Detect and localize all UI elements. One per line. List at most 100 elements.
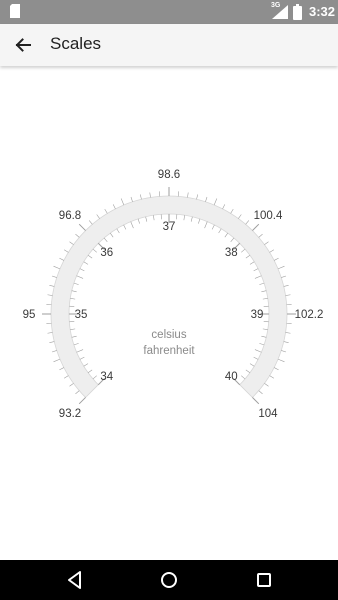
fahrenheit-tick (230, 208, 234, 214)
fahrenheit-tick (63, 375, 69, 379)
fahrenheit-tick (96, 214, 100, 219)
fahrenheit-tick (264, 241, 269, 245)
celsius-label: 34 (100, 371, 113, 383)
fahrenheit-label: 95 (23, 309, 36, 321)
fahrenheit-tick (245, 220, 250, 225)
fahrenheit-tick (258, 233, 263, 238)
celsius-tick (245, 369, 251, 374)
temperature-gauge: 93.2 95 96.8 98.6 100.4 102.2 104 34 35 36 37 38 39 4… (23, 169, 324, 420)
fahrenheit-tick (213, 198, 218, 206)
celsius-tick (92, 248, 97, 253)
celsius-tick (103, 237, 108, 242)
fahrenheit-tick (285, 332, 291, 334)
celsius-tick (130, 221, 134, 229)
celsius-tick (76, 275, 84, 279)
fahrenheit-tick (104, 208, 108, 214)
celsius-tick (254, 275, 262, 279)
fahrenheit-tick (205, 196, 208, 202)
fahrenheit-tick (269, 249, 275, 253)
celsius-tick (241, 248, 246, 253)
fahrenheit-tick (75, 233, 80, 238)
celsius-tick (253, 268, 259, 272)
status-bar: 3G 3:32 (0, 0, 338, 24)
app-bar: Scales (0, 24, 338, 66)
celsius-tick (262, 328, 268, 330)
fahrenheit-tick (281, 275, 287, 278)
celsius-tick (259, 282, 265, 285)
center-label-celsius: celsius (151, 329, 186, 341)
fahrenheit-tick (238, 214, 242, 219)
fahrenheit-tick (75, 390, 80, 395)
fahrenheit-tick (252, 223, 260, 231)
celsius-label: 40 (225, 371, 238, 383)
fahrenheit-tick (139, 194, 142, 200)
celsius-tick (92, 375, 97, 380)
celsius-tick (79, 356, 85, 360)
celsius-label: 35 (75, 309, 88, 321)
fahrenheit-tick (252, 397, 260, 405)
fahrenheit-tick (285, 294, 291, 296)
celsius-tick (76, 349, 84, 353)
celsius-tick (71, 335, 77, 338)
fahrenheit-tick (187, 192, 189, 198)
fahrenheit-tick (283, 341, 289, 344)
celsius-tick (254, 349, 262, 353)
fahrenheit-tick (49, 341, 55, 344)
fahrenheit-label: 93.2 (59, 408, 81, 420)
fahrenheit-tick (120, 198, 125, 206)
fahrenheit-tick (78, 397, 86, 405)
celsius-tick (261, 335, 267, 338)
celsius-tick (198, 218, 201, 224)
celsius-tick (109, 232, 114, 238)
celsius-tick (79, 268, 85, 272)
arrow-back-icon (15, 38, 31, 52)
status-time: 3:32 (309, 4, 336, 19)
celsius-tick (116, 228, 120, 234)
nav-back-icon[interactable] (63, 568, 87, 592)
celsius-tick (259, 343, 265, 346)
fahrenheit-tick (51, 350, 57, 353)
fahrenheit-tick (63, 249, 69, 253)
navigation-bar (0, 560, 338, 600)
fahrenheit-label: 104 (258, 408, 278, 420)
fahrenheit-label: 96.8 (59, 210, 81, 222)
fahrenheit-tick (264, 383, 269, 387)
fahrenheit-tick (196, 194, 199, 200)
fahrenheit-tick (78, 223, 86, 231)
celsius-label: 38 (225, 247, 238, 259)
fahrenheit-tick (258, 390, 263, 395)
nav-home-icon[interactable] (157, 568, 181, 592)
celsius-tick (261, 290, 267, 293)
sim-card-icon (10, 4, 20, 18)
fahrenheit-tick (49, 284, 55, 287)
fahrenheit-tick (53, 265, 61, 270)
fahrenheit-tick (149, 192, 151, 198)
fahrenheit-tick (88, 220, 93, 225)
celsius-tick (145, 216, 148, 222)
celsius-tick (183, 215, 185, 221)
page-title: Scales (50, 34, 102, 53)
celsius-tick (249, 363, 255, 367)
celsius-tick (218, 228, 222, 234)
fahrenheit-tick (112, 204, 116, 209)
fahrenheit-tick (69, 241, 74, 245)
center-label-fahrenheit: fahrenheit (143, 345, 195, 357)
cell-signal-icon (272, 5, 288, 19)
celsius-tick (87, 254, 93, 259)
fahrenheit-label: 102.2 (295, 309, 324, 321)
fahrenheit-tick (281, 350, 287, 353)
celsius-tick (70, 328, 76, 330)
celsius-tick (71, 290, 77, 293)
celsius-tick (137, 218, 140, 224)
celsius-tick (241, 375, 246, 380)
fahrenheit-tick (277, 265, 285, 270)
celsius-tick (73, 282, 79, 285)
fahrenheit-tick (47, 294, 53, 296)
celsius-tick (211, 224, 215, 230)
back-button[interactable] (8, 30, 38, 60)
celsius-tick (249, 261, 255, 265)
fahrenheit-tick (277, 358, 285, 363)
celsius-tick (73, 343, 79, 346)
celsius-tick (87, 369, 93, 374)
nav-recents-icon[interactable] (252, 568, 276, 592)
